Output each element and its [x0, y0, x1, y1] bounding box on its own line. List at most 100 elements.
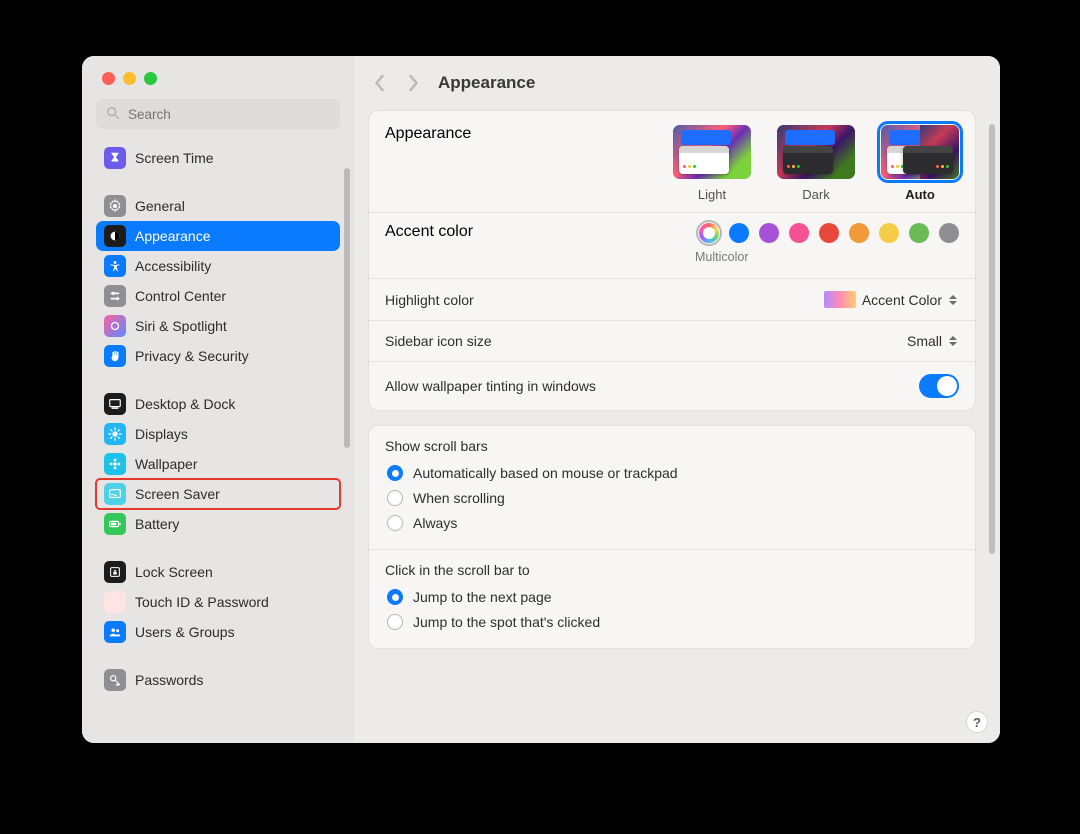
system-settings-window: Screen Time General Appearance Accessibi… [82, 56, 1000, 743]
sidebar-item-lock-screen[interactable]: Lock Screen [96, 557, 340, 587]
radio-indicator [387, 515, 403, 531]
search-field[interactable] [96, 99, 340, 129]
sidebar-item-label: Lock Screen [135, 564, 213, 580]
scroll-click-next-page[interactable]: Jump to the next page [385, 584, 959, 609]
sidebar-scrollbar[interactable] [342, 168, 352, 723]
sidebar: Screen Time General Appearance Accessibi… [82, 56, 354, 743]
main-scrollbar[interactable] [988, 124, 996, 695]
sidebar-item-label: Appearance [135, 228, 211, 244]
close-window-button[interactable] [102, 72, 115, 85]
scrollbars-option-always[interactable]: Always [385, 510, 959, 535]
hourglass-icon [104, 147, 126, 169]
light-preview [673, 125, 751, 179]
accent-green[interactable] [909, 223, 929, 243]
sidebar-item-control-center[interactable]: Control Center [96, 281, 340, 311]
highlight-value: Accent Color [862, 292, 942, 308]
users-icon [104, 621, 126, 643]
show-scroll-bars-title: Show scroll bars [385, 438, 959, 454]
radio-label: Automatically based on mouse or trackpad [413, 465, 678, 481]
sidebar-item-screen-saver[interactable]: Screen Saver [96, 479, 340, 509]
main-scroll-thumb[interactable] [989, 124, 995, 554]
popup-arrows-icon [948, 334, 959, 348]
appearance-pane: Appearance Light [368, 110, 976, 411]
highlight-swatch [824, 291, 856, 308]
popup-arrows-icon [948, 293, 959, 307]
search-icon [106, 106, 126, 123]
accent-red[interactable] [819, 223, 839, 243]
sidebar-item-label: Siri & Spotlight [135, 318, 227, 334]
lock-screen-icon [104, 561, 126, 583]
sidebar-scroll-thumb[interactable] [344, 168, 350, 448]
scrollbars-option-auto[interactable]: Automatically based on mouse or trackpad [385, 460, 959, 485]
sidebar-icon-size-row[interactable]: Sidebar icon size Small [369, 320, 975, 361]
accent-gray[interactable] [939, 223, 959, 243]
accent-yellow[interactable] [879, 223, 899, 243]
accent-color-row: Accent color Mul [369, 212, 975, 278]
help-button[interactable]: ? [966, 711, 988, 733]
radio-indicator [387, 465, 403, 481]
sidebar-item-siri-spotlight[interactable]: Siri & Spotlight [96, 311, 340, 341]
minimize-window-button[interactable] [123, 72, 136, 85]
sidebar-item-battery[interactable]: Battery [96, 509, 340, 539]
accent-multicolor[interactable] [699, 223, 719, 243]
accessibility-icon [104, 255, 126, 277]
accent-pink[interactable] [789, 223, 809, 243]
sidebar-item-general[interactable]: General [96, 191, 340, 221]
sidebar-item-wallpaper[interactable]: Wallpaper [96, 449, 340, 479]
wallpaper-tinting-toggle[interactable] [919, 374, 959, 398]
scrollbars-option-when-scrolling[interactable]: When scrolling [385, 485, 959, 510]
appearance-icon [104, 225, 126, 247]
sidebar-item-screen-time[interactable]: Screen Time [96, 143, 340, 173]
sidebar-item-label: Screen Saver [135, 486, 220, 502]
brightness-icon [104, 423, 126, 445]
page-title: Appearance [438, 73, 535, 93]
siri-icon [104, 315, 126, 337]
auto-label: Auto [905, 187, 935, 202]
sidebar-item-privacy-security[interactable]: Privacy & Security [96, 341, 340, 371]
sidebar-item-label: Screen Time [135, 150, 214, 166]
sidebar-item-label: Passwords [135, 672, 203, 688]
zoom-window-button[interactable] [144, 72, 157, 85]
appearance-option-auto[interactable]: Auto [881, 125, 959, 202]
radio-label: Jump to the spot that's clicked [413, 614, 600, 630]
dark-preview [777, 125, 855, 179]
hand-icon [104, 345, 126, 367]
sidebar-item-label: Accessibility [135, 258, 211, 274]
sidebar-item-appearance[interactable]: Appearance [96, 221, 340, 251]
sidebar-item-desktop-dock[interactable]: Desktop & Dock [96, 389, 340, 419]
sidebar-item-touch-id[interactable]: Touch ID & Password [96, 587, 340, 617]
flower-icon [104, 453, 126, 475]
nav-back-button[interactable] [364, 68, 394, 98]
wallpaper-tinting-row: Allow wallpaper tinting in windows [369, 361, 975, 410]
radio-indicator [387, 589, 403, 605]
radio-label: When scrolling [413, 490, 505, 506]
nav-forward-button[interactable] [398, 68, 428, 98]
sidebar-item-passwords[interactable]: Passwords [96, 665, 340, 695]
scroll-click-jump-to-spot[interactable]: Jump to the spot that's clicked [385, 609, 959, 634]
screensaver-icon [104, 483, 126, 505]
accent-purple[interactable] [759, 223, 779, 243]
scroll-click-section: Click in the scroll bar to Jump to the n… [369, 549, 975, 648]
sidebar-item-displays[interactable]: Displays [96, 419, 340, 449]
scroll-click-title: Click in the scroll bar to [385, 562, 959, 578]
accent-blue[interactable] [729, 223, 749, 243]
sidebar-icon-size-value: Small [907, 333, 942, 349]
radio-indicator [387, 614, 403, 630]
sidebar-item-label: Privacy & Security [135, 348, 249, 364]
sidebar-scroll-area: Screen Time General Appearance Accessibi… [82, 139, 354, 743]
search-input[interactable] [126, 106, 330, 123]
dock-icon [104, 393, 126, 415]
sidebar-item-accessibility[interactable]: Accessibility [96, 251, 340, 281]
appearance-option-dark[interactable]: Dark [777, 125, 855, 202]
radio-indicator [387, 490, 403, 506]
sidebar-item-label: Displays [135, 426, 188, 442]
sidebar-item-users-groups[interactable]: Users & Groups [96, 617, 340, 647]
wallpaper-tinting-label: Allow wallpaper tinting in windows [385, 378, 596, 394]
highlight-color-row[interactable]: Highlight color Accent Color [369, 278, 975, 320]
highlight-label: Highlight color [385, 292, 474, 308]
show-scroll-bars-section: Show scroll bars Automatically based on … [369, 426, 975, 549]
appearance-option-light[interactable]: Light [673, 125, 751, 202]
sidebar-item-label: Users & Groups [135, 624, 235, 640]
light-label: Light [698, 187, 726, 202]
accent-orange[interactable] [849, 223, 869, 243]
